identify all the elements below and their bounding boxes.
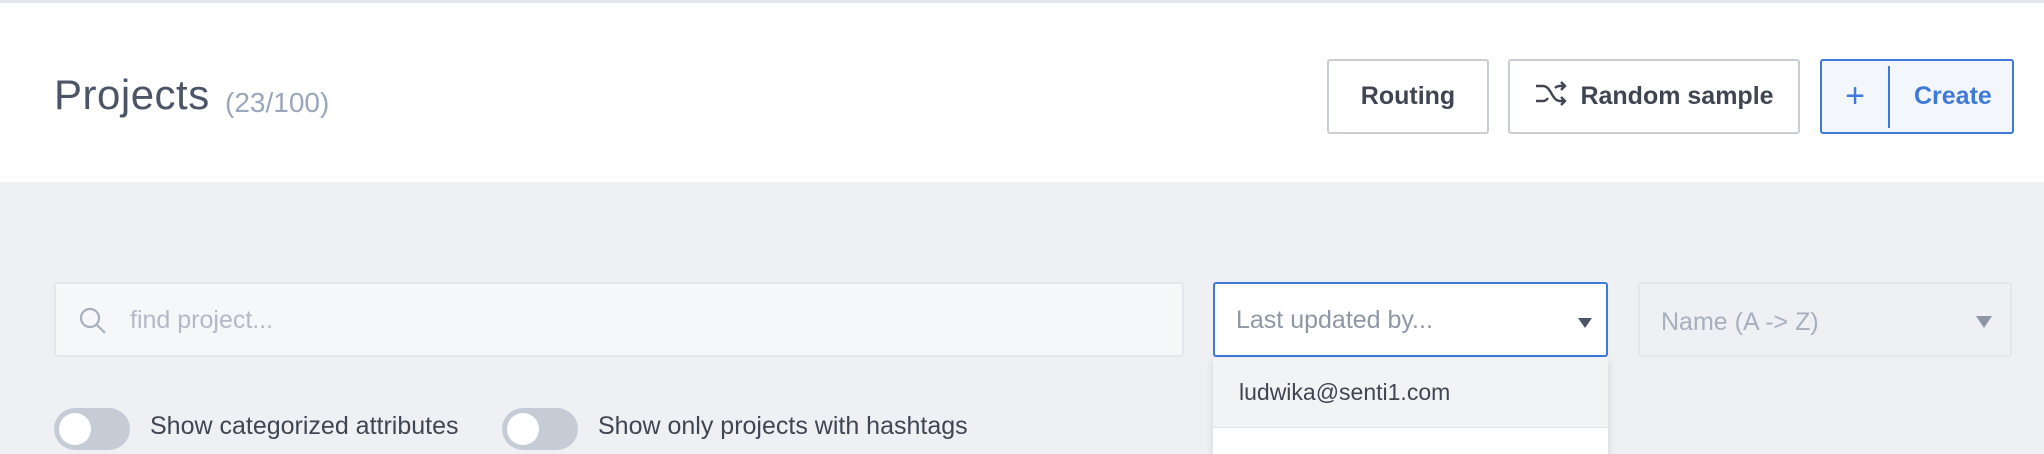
toggle-knob bbox=[59, 413, 91, 445]
hashtags-toggle[interactable] bbox=[502, 408, 578, 450]
page-title: Projects bbox=[54, 71, 210, 118]
dropdown-option[interactable]: ludwika@senti1.com bbox=[1213, 358, 1608, 428]
random-sample-button[interactable]: Random sample bbox=[1508, 59, 1800, 134]
search-box[interactable] bbox=[54, 282, 1184, 357]
search-input[interactable] bbox=[128, 284, 1162, 357]
categorized-attributes-toggle[interactable] bbox=[54, 408, 130, 450]
create-button[interactable]: + Create bbox=[1820, 59, 2014, 134]
sort-value: Name (A -> Z) bbox=[1661, 308, 1819, 336]
project-count: (23/100) bbox=[225, 87, 330, 118]
random-sample-label: Random sample bbox=[1580, 82, 1774, 110]
plus-icon: + bbox=[1845, 77, 1865, 115]
last-updated-by-placeholder: Last updated by... bbox=[1236, 306, 1433, 334]
shuffle-icon bbox=[1534, 80, 1568, 113]
last-updated-by-dropdown: ludwika@senti1.com bbox=[1213, 358, 1608, 454]
routing-button-label: Routing bbox=[1360, 82, 1456, 110]
last-updated-by-select[interactable]: Last updated by... bbox=[1213, 282, 1608, 357]
chevron-down-icon bbox=[1976, 316, 1992, 328]
hashtags-label: Show only projects with hashtags bbox=[598, 412, 968, 440]
projects-page: Projects (23/100) Routing Random sample … bbox=[0, 0, 2044, 454]
categorized-attributes-label: Show categorized attributes bbox=[150, 412, 459, 440]
create-label: Create bbox=[1914, 82, 1992, 110]
routing-button[interactable]: Routing bbox=[1327, 59, 1489, 134]
chevron-down-icon bbox=[1578, 318, 1592, 328]
toggle-knob bbox=[507, 413, 539, 445]
page-header: Projects (23/100) Routing Random sample … bbox=[0, 0, 2044, 182]
sort-select[interactable]: Name (A -> Z) bbox=[1638, 282, 2012, 357]
search-icon bbox=[78, 306, 108, 341]
